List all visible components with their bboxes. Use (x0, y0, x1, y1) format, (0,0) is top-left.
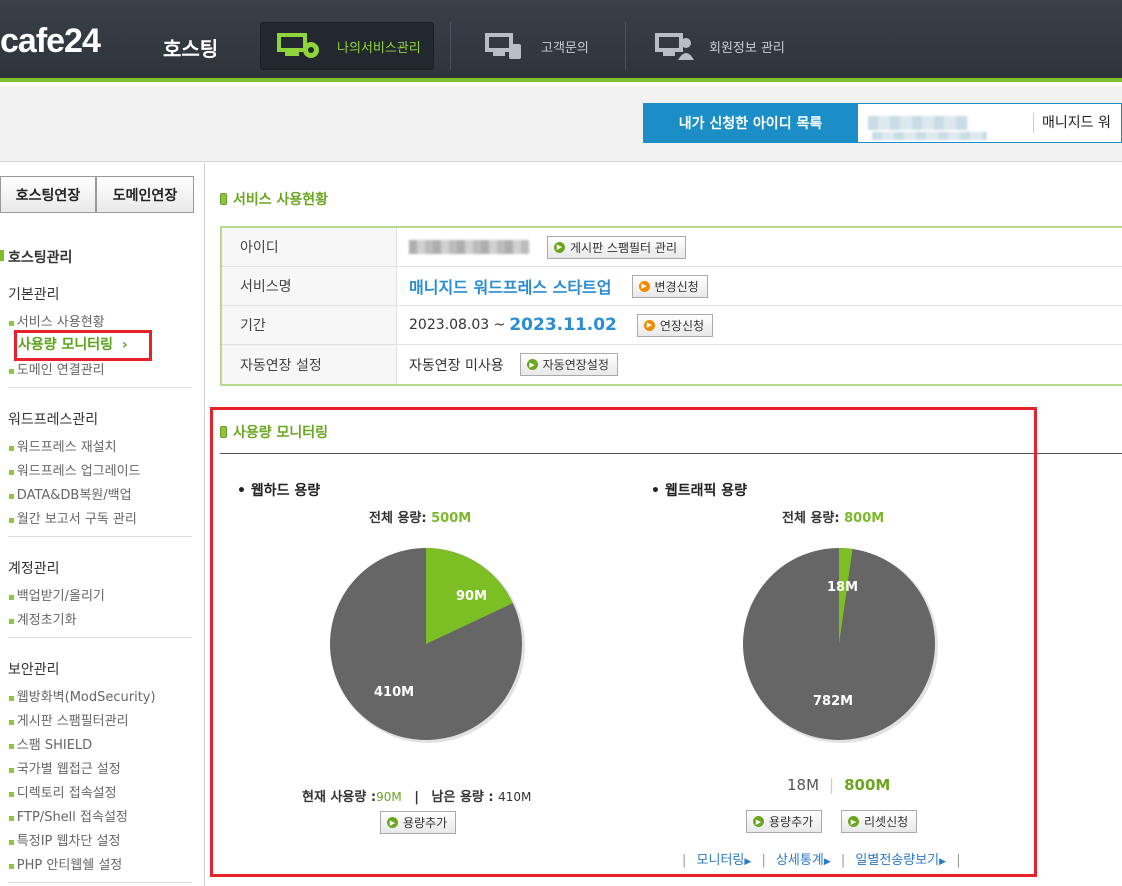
period-value: 2023.08.03 ~ 2023.11.02 ▶ 연장신청 (397, 306, 1122, 344)
highlight-box (210, 407, 1037, 877)
monitor-person-icon (655, 33, 694, 60)
change-request-button[interactable]: ▶ 변경신청 (631, 274, 708, 298)
service-name-label: 서비스명 (222, 267, 397, 305)
period-end: 2023.11.02 (509, 315, 617, 335)
masked-user-id (409, 240, 529, 254)
arrow-right-icon: ▶ (638, 280, 650, 292)
sidebar-item-country-access[interactable]: 국가별 웹접근 설정 (8, 758, 121, 777)
nav-my-service-label: 나의서비스관리 (337, 40, 421, 56)
sidebar-item-wp-reinstall[interactable]: 워드프레스 재설치 (8, 436, 117, 455)
sidebar-divider (8, 882, 192, 883)
nav-divider (450, 22, 451, 70)
sidebar-item-spam-shield[interactable]: 스팸 SHIELD (8, 734, 92, 753)
arrow-right-icon: ▶ (554, 241, 565, 253)
nav-customer-inquiry[interactable]: 고객문의 (485, 22, 589, 70)
domain-renew-button[interactable]: 도메인연장 (96, 176, 194, 213)
info-row-service-name: 서비스명 매니지드 워드프레스 스타트업 ▶ 변경신청 (222, 267, 1122, 306)
sidebar-item-ip-block[interactable]: 특정IP 웹차단 설정 (8, 830, 121, 849)
nav-member-info-label: 회원정보 관리 (709, 40, 785, 56)
change-request-button-label: 변경신청 (654, 279, 699, 294)
auto-renew-label: 자동연장 설정 (222, 345, 397, 384)
sidebar-divider (8, 536, 192, 537)
nav-my-service[interactable]: 나의서비스관리 (260, 22, 434, 70)
extend-request-button-label: 연장신청 (659, 318, 705, 333)
sidebar-item-backup-upload[interactable]: 백업받기/올리기 (8, 585, 105, 604)
highlight-box (14, 330, 152, 361)
service-status-title-text: 서비스 사용현황 (233, 192, 329, 208)
service-info-table: 아이디 ▶ 게시판 스팸필터 관리 서비스명 매니지드 워드프레스 스타트업 ▶… (220, 226, 1122, 386)
auto-renew-status: 자동연장 미사용 (409, 357, 504, 374)
logo-hosting-label: 호스팅 (163, 37, 219, 61)
id-list-value: 매니지드 워 (1033, 113, 1111, 133)
sidebar-item-php-antiwebshell[interactable]: PHP 안티웹쉘 설정 (8, 854, 122, 873)
sidebar-group-account: 계정관리 (8, 561, 60, 577)
nav-divider (625, 22, 626, 70)
top-navigation-bar: cafe24 호스팅 나의서비스관리 고객문의 회원정보 관리 (0, 0, 1122, 82)
sidebar-item-ftp-shell[interactable]: FTP/Shell 접속설정 (8, 806, 128, 825)
sidebar-item-account-reset[interactable]: 계정초기화 (8, 609, 77, 628)
arrow-right-icon: ▶ (643, 319, 655, 331)
sidebar-item-data-backup[interactable]: DATA&DB복원/백업 (8, 484, 132, 503)
period-label: 기간 (222, 306, 397, 344)
arrow-right-icon: ▶ (526, 359, 538, 370)
hosting-renew-button[interactable]: 호스팅연장 (0, 176, 96, 213)
nav-member-info[interactable]: 회원정보 관리 (655, 22, 785, 70)
sidebar-group-security: 보안관리 (8, 662, 60, 678)
info-row-id: 아이디 ▶ 게시판 스팸필터 관리 (222, 228, 1122, 267)
id-value: ▶ 게시판 스팸필터 관리 (397, 228, 1122, 266)
auto-renew-settings-button-label: 자동연장설정 (542, 358, 609, 372)
sidebar-divider (8, 387, 192, 388)
sidebar-item-waf[interactable]: 웹방화벽(ModSecurity) (8, 686, 156, 705)
spam-filter-button[interactable]: ▶ 게시판 스팸필터 관리 (547, 235, 686, 259)
nav-customer-inquiry-label: 고객문의 (541, 40, 589, 56)
extend-request-button[interactable]: ▶ 연장신청 (636, 313, 714, 337)
sidebar-group-wordpress: 워드프레스관리 (8, 412, 99, 428)
masked-account-id (868, 116, 968, 130)
sidebar-item-directory-access[interactable]: 디렉토리 접속설정 (8, 782, 117, 801)
sidebar-item-monthly-report[interactable]: 월간 보고서 구독 관리 (8, 508, 137, 527)
masked-account-id (872, 132, 987, 140)
auto-renew-value: 자동연장 미사용 ▶ 자동연장설정 (397, 345, 1122, 384)
sidebar-divider (8, 637, 192, 638)
sidebar-item-spam-filter[interactable]: 게시판 스팸필터관리 (8, 710, 129, 729)
service-name: 매니지드 워드프레스 스타트업 (409, 278, 612, 297)
info-row-auto-renew: 자동연장 설정 자동연장 미사용 ▶ 자동연장설정 (222, 345, 1122, 384)
sidebar-group-basic: 기본관리 (8, 287, 60, 303)
id-list-label: 내가 신청한 아이디 목록 (643, 103, 858, 143)
info-row-period: 기간 2023.08.03 ~ 2023.11.02 ▶ 연장신청 (222, 306, 1122, 345)
service-name-value: 매니지드 워드프레스 스타트업 ▶ 변경신청 (397, 267, 1122, 305)
monitor-phone-icon (485, 33, 521, 59)
sidebar-item-wp-upgrade[interactable]: 워드프레스 업그레이드 (8, 460, 141, 479)
period-start: 2023.08.03 ~ (409, 317, 506, 333)
sidebar-item-domain-connect[interactable]: 도메인 연결관리 (8, 359, 105, 378)
monitor-gear-icon (277, 33, 319, 58)
cafe24-logo[interactable]: cafe24 (0, 22, 101, 61)
sidebar-item-service-status[interactable]: 서비스 사용현황 (8, 311, 105, 330)
id-label: 아이디 (222, 228, 397, 266)
auto-renew-settings-button[interactable]: ▶ 자동연장설정 (519, 353, 618, 376)
title-bullet-icon (220, 193, 227, 205)
service-status-title: 서비스 사용현황 (220, 189, 328, 209)
sidebar-title-hosting: 호스팅관리 (0, 247, 72, 267)
spam-filter-button-label: 게시판 스팸필터 관리 (570, 240, 677, 255)
